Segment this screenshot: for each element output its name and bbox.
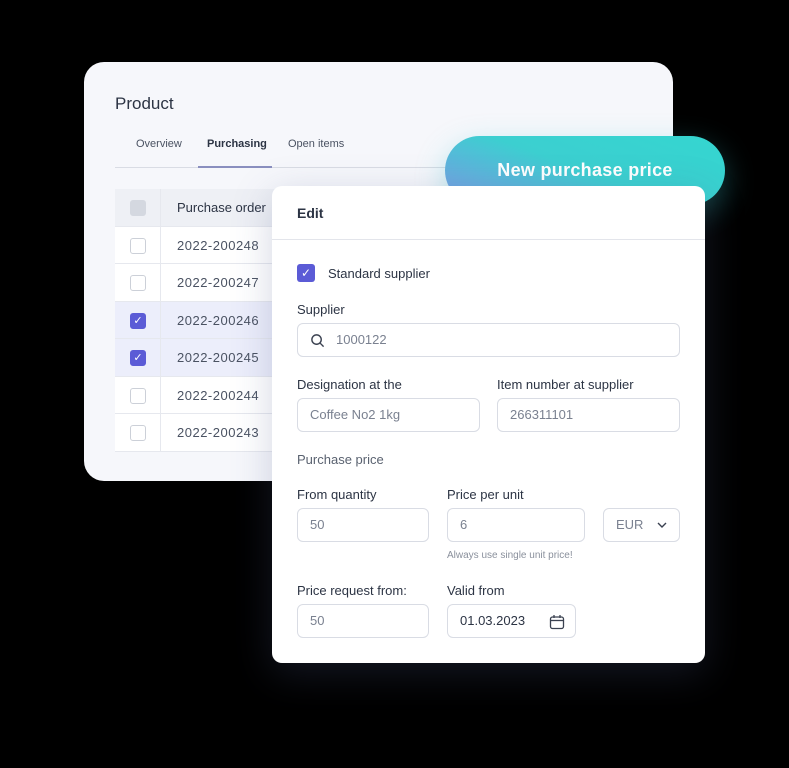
table-row[interactable]: ✓ 2022-200245 — [115, 339, 285, 377]
table-header: Purchase order — [115, 189, 285, 227]
row-checkbox[interactable] — [130, 237, 146, 254]
select-all-checkbox[interactable] — [130, 200, 146, 216]
purchase-order-number: 2022-200244 — [177, 387, 260, 403]
row-checkbox[interactable]: ✓ — [130, 312, 146, 329]
table-row[interactable]: 2022-200244 — [115, 376, 285, 414]
designation-label: Designation at the — [297, 377, 402, 392]
price-per-unit-input[interactable]: 6 — [447, 508, 585, 542]
standard-supplier-checkbox[interactable]: ✓ — [297, 264, 315, 282]
price-per-unit-label: Price per unit — [447, 487, 524, 502]
column-header-purchase-order: Purchase order — [177, 200, 266, 215]
tab-purchasing[interactable]: Purchasing — [207, 138, 267, 150]
table-row[interactable]: 2022-200243 — [115, 414, 285, 452]
row-checkbox[interactable] — [130, 275, 146, 291]
table-row[interactable]: ✓ 2022-200246 — [115, 301, 285, 339]
row-checkbox[interactable] — [130, 387, 146, 404]
currency-select[interactable]: EUR — [603, 508, 680, 542]
supplier-label: Supplier — [297, 302, 345, 317]
valid-from-value: 01.03.2023 — [460, 613, 526, 628]
row-checkbox[interactable]: ✓ — [130, 350, 146, 366]
purchase-order-number: 2022-200243 — [177, 425, 260, 440]
tab-divider — [115, 167, 455, 168]
valid-from-label: Valid from — [447, 583, 505, 598]
row-checkbox[interactable] — [130, 425, 146, 441]
edit-panel: Edit ✓ Standard supplier Supplier 100012… — [272, 186, 705, 663]
search-icon — [311, 334, 325, 348]
page-title: Product — [115, 94, 174, 113]
standard-supplier-label: Standard supplier — [328, 266, 430, 281]
table-row[interactable]: 2022-200248 — [115, 226, 285, 264]
edit-title: Edit — [297, 205, 324, 221]
chevron-down-icon — [657, 522, 667, 528]
table-row[interactable]: 2022-200247 — [115, 264, 285, 302]
purchase-order-number: 2022-200246 — [177, 312, 260, 328]
purchase-order-number: 2022-200245 — [177, 350, 260, 365]
currency-value: EUR — [616, 517, 644, 532]
purchase-price-heading: Purchase price — [297, 452, 384, 467]
price-request-input[interactable]: 50 — [297, 604, 429, 638]
tab-open-items[interactable]: Open items — [288, 138, 344, 150]
divider — [272, 239, 705, 240]
purchase-order-number: 2022-200248 — [177, 237, 260, 253]
price-hint: Always use single unit price! — [447, 550, 573, 561]
designation-input[interactable]: Coffee No2 1kg — [297, 398, 480, 432]
tab-overview[interactable]: Overview — [136, 138, 182, 150]
item-number-input[interactable]: 266311101 — [497, 398, 680, 432]
supplier-input[interactable]: 1000122 — [297, 323, 680, 357]
active-tab-indicator — [198, 166, 272, 168]
item-number-label: Item number at supplier — [497, 377, 634, 392]
price-request-label: Price request from: — [297, 583, 407, 598]
purchase-order-number: 2022-200247 — [177, 275, 260, 290]
valid-from-input[interactable]: 01.03.2023 — [447, 604, 576, 638]
supplier-value: 1000122 — [336, 332, 387, 347]
calendar-icon[interactable] — [549, 614, 565, 630]
from-quantity-label: From quantity — [297, 487, 377, 502]
from-quantity-input[interactable]: 50 — [297, 508, 429, 542]
